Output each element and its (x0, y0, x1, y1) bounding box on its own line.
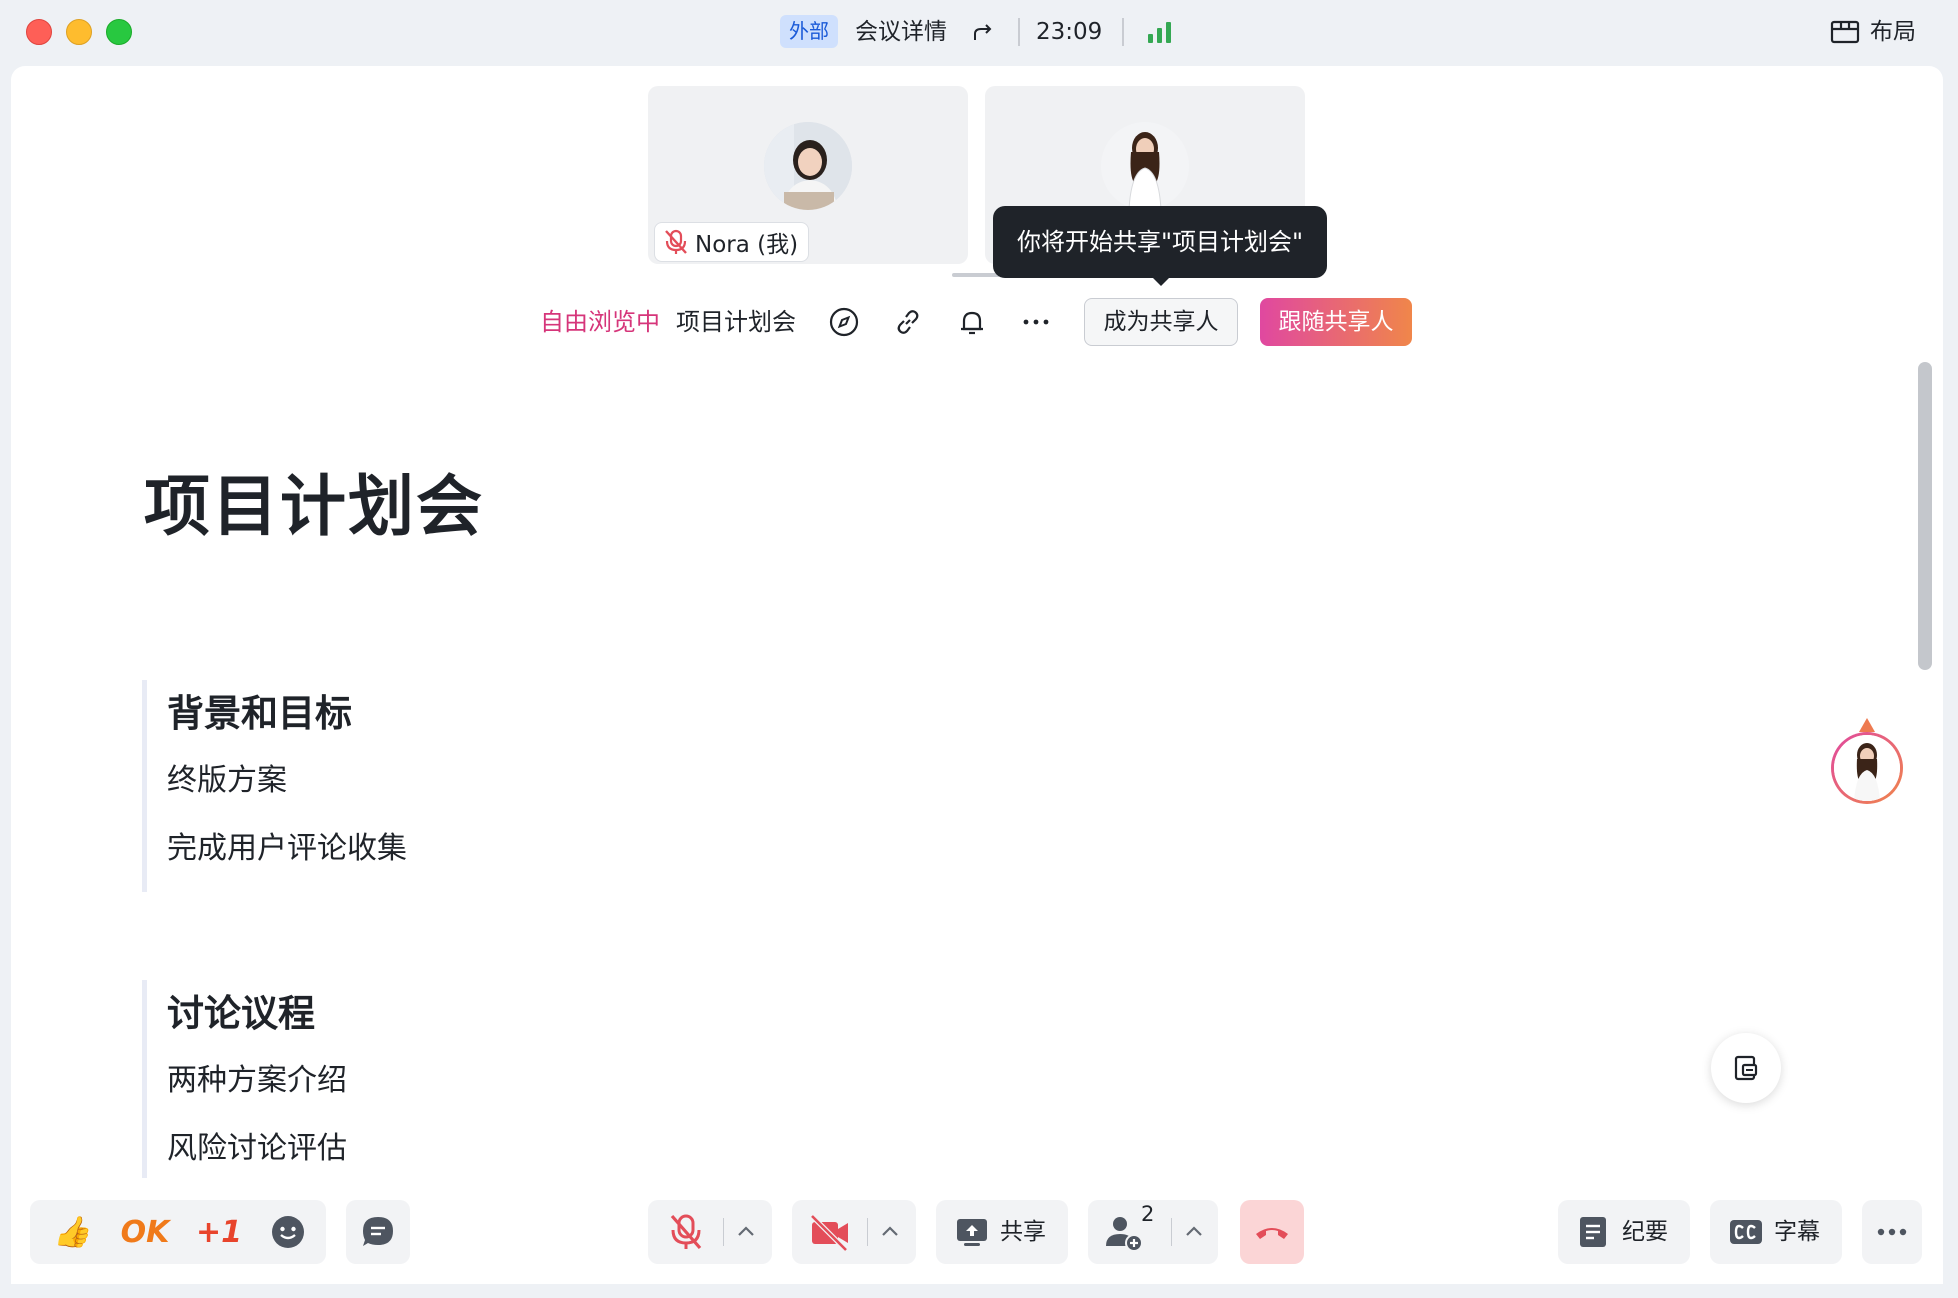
layout-button[interactable]: 布局 (1870, 14, 1916, 50)
captions-label: 字幕 (1774, 1219, 1820, 1245)
presenter-pointer (1859, 718, 1875, 732)
minutes-document-icon (1576, 1214, 1610, 1250)
participant-count: 2 (1141, 1202, 1155, 1226)
browse-status-label: 自由浏览中 (540, 308, 660, 336)
shared-doc-name: 项目计划会 (676, 308, 796, 336)
compass-icon[interactable] (824, 302, 864, 342)
closed-captions-icon (1728, 1214, 1764, 1250)
participant-name: Nora (我) (695, 232, 799, 258)
muted-mic-icon[interactable] (664, 1210, 708, 1254)
titlebar-divider (1122, 18, 1124, 46)
hang-up-icon (1252, 1216, 1292, 1248)
control-divider (867, 1218, 868, 1246)
meeting-details-link[interactable]: 会议详情 (855, 14, 947, 50)
share-screen-icon (954, 1214, 990, 1250)
meeting-timer: 23:09 (1036, 19, 1103, 45)
minutes-label: 纪要 (1622, 1219, 1668, 1245)
participants-options-chevron-up-icon[interactable] (1182, 1218, 1206, 1246)
more-icon (1874, 1216, 1910, 1248)
emoji-icon[interactable] (270, 1214, 306, 1250)
presenter-avatar[interactable] (1831, 732, 1903, 804)
link-icon[interactable] (888, 302, 928, 342)
follow-presenter-button[interactable]: 跟随共享人 (1260, 298, 1412, 346)
tooltip-arrow (1151, 276, 1171, 286)
camera-off-icon[interactable] (808, 1212, 852, 1252)
close-window-button[interactable] (26, 19, 52, 45)
signal-strength-icon[interactable] (1146, 20, 1174, 44)
layout-icon[interactable] (1830, 18, 1860, 46)
bell-icon[interactable] (952, 302, 992, 342)
more-options-icon[interactable] (1016, 302, 1056, 342)
camera-options-chevron-up-icon[interactable] (878, 1218, 902, 1246)
document-view-icon (1730, 1052, 1762, 1084)
section-item: 两种方案介绍 (167, 1063, 347, 1098)
section-item: 风险讨论评估 (167, 1131, 347, 1166)
ok-reaction[interactable]: OK (118, 1212, 172, 1252)
control-divider (1171, 1218, 1172, 1246)
mic-options-chevron-up-icon[interactable] (734, 1218, 758, 1246)
section-item: 终版方案 (167, 763, 287, 798)
document-title: 项目计划会 (144, 468, 484, 545)
plus-one-reaction[interactable]: +1 (196, 1212, 242, 1252)
share-tooltip: 你将开始共享"项目计划会" (993, 206, 1327, 278)
section-bar (142, 680, 147, 892)
avatar (764, 122, 852, 210)
tile-scroll-indicator (952, 273, 1000, 277)
section-heading: 背景和目标 (167, 692, 352, 735)
follow-doc-float-button[interactable] (1711, 1033, 1781, 1103)
minimize-window-button[interactable] (66, 19, 92, 45)
muted-mic-icon (661, 227, 691, 257)
avatar (1101, 122, 1189, 210)
title-bar: 外部 会议详情 23:09 布局 (0, 0, 1958, 64)
thumbs-up-reaction[interactable]: 👍 (50, 1212, 94, 1252)
become-presenter-button[interactable]: 成为共享人 (1084, 298, 1238, 346)
chat-icon (360, 1214, 396, 1250)
participant-name-chip: Nora (我) (654, 222, 810, 262)
document-scrollbar[interactable] (1918, 362, 1932, 670)
control-divider (723, 1218, 724, 1246)
section-bar (142, 980, 147, 1180)
zoom-window-button[interactable] (106, 19, 132, 45)
section-item: 完成用户评论收集 (167, 831, 407, 866)
share-link-icon[interactable] (970, 20, 996, 46)
share-label: 共享 (1000, 1219, 1046, 1245)
section-heading: 讨论议程 (167, 992, 315, 1035)
external-badge: 外部 (780, 15, 838, 48)
titlebar-divider (1018, 18, 1020, 46)
